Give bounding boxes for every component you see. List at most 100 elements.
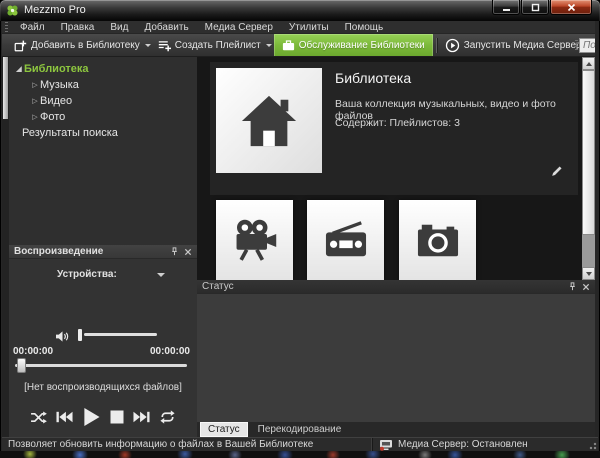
status-panel-header: Статус	[197, 280, 595, 294]
tab-transcoding[interactable]: Перекодирование	[251, 423, 349, 436]
search-grip[interactable]	[575, 40, 578, 50]
app-logo-icon	[6, 4, 19, 17]
add-to-library-dropdown-icon[interactable]	[145, 44, 151, 47]
tree-item-music[interactable]: ▷ Музыка	[9, 77, 197, 93]
time-total: 00:00:00	[150, 346, 190, 357]
arrow-up-icon	[586, 62, 592, 66]
play-button[interactable]	[82, 407, 101, 427]
previous-icon	[56, 411, 73, 423]
playback-panel-title: Воспроизведение	[14, 246, 103, 257]
devices-label: Устройства:	[57, 269, 117, 280]
scroll-up-button[interactable]	[582, 57, 595, 70]
expander-collapsed-icon[interactable]: ▷	[30, 113, 40, 121]
menu-utilities[interactable]: Утилиты	[281, 21, 337, 34]
status-panel-body	[197, 294, 595, 422]
previous-button[interactable]	[56, 411, 73, 423]
status-panel-tabs: Статус Перекодирование	[197, 422, 595, 437]
seek-slider-track[interactable]	[15, 364, 187, 367]
menu-media-server[interactable]: Медиа Сервер	[197, 21, 281, 34]
main-area: Библиотека Ваша коллекция музыкальных, в…	[197, 57, 595, 437]
library-tree: ◢ Библиотека ▷ Музыка ▷ Видео ▷ Фото Рез…	[9, 57, 197, 245]
shuffle-icon	[30, 411, 47, 424]
edit-button[interactable]	[550, 164, 564, 183]
sidebar-scrollbar[interactable]	[2, 57, 9, 437]
add-to-library-button[interactable]: Добавить в Библиотеку	[9, 34, 145, 57]
minimize-button[interactable]	[492, 0, 520, 15]
window-title: Mezzmo Pro	[24, 0, 86, 21]
arrow-down-icon	[586, 272, 592, 276]
close-panel-icon[interactable]	[582, 283, 590, 291]
devices-dropdown-icon[interactable]	[157, 273, 165, 277]
pin-icon[interactable]	[170, 247, 179, 256]
library-maintenance-button[interactable]: Обслуживание Библиотеки	[274, 34, 433, 57]
status-panel: Статус Статус Перекодирование	[197, 280, 595, 437]
toolbar-separator	[436, 38, 437, 53]
tab-status[interactable]: Статус	[201, 423, 247, 436]
transport-controls	[9, 402, 197, 432]
tree-item-library[interactable]: ◢ Библиотека	[9, 61, 197, 77]
volume-slider-track[interactable]	[84, 333, 157, 336]
radio-tile[interactable]	[307, 200, 384, 280]
video-tile[interactable]	[216, 200, 293, 280]
next-icon	[133, 411, 150, 423]
minimize-icon	[502, 3, 511, 12]
start-media-server-button[interactable]: Запустить Медиа Сервер	[440, 34, 587, 57]
library-card: Библиотека Ваша коллекция музыкальных, в…	[210, 62, 578, 195]
left-sidebar: ◢ Библиотека ▷ Музыка ▷ Видео ▷ Фото Рез…	[2, 57, 197, 437]
add-to-library-label: Добавить в Библиотеку	[31, 40, 140, 51]
repeat-button[interactable]	[159, 410, 176, 424]
close-panel-icon[interactable]	[184, 248, 192, 256]
menu-add[interactable]: Добавить	[136, 21, 196, 34]
main-scrollbar[interactable]	[582, 57, 595, 280]
play-icon	[82, 407, 101, 427]
tree-item-search-results-label: Результаты поиска	[22, 127, 118, 139]
menu-view[interactable]: Вид	[102, 21, 136, 34]
statusbar-hint: Позволяет обновить информацию о файлах в…	[2, 439, 372, 450]
seek-slider-thumb[interactable]	[17, 358, 26, 373]
close-button[interactable]	[550, 0, 592, 15]
status-panel-title: Статус	[202, 281, 234, 292]
movie-camera-icon	[231, 218, 279, 263]
library-card-contains: Содержит: Плейлистов: 3	[335, 117, 460, 129]
briefcase-icon	[282, 39, 295, 51]
shuffle-button[interactable]	[30, 411, 47, 424]
library-card-title: Библиотека	[335, 70, 411, 86]
resize-grip[interactable]	[586, 439, 598, 451]
photo-camera-icon	[415, 219, 461, 261]
expander-expanded-icon[interactable]: ◢	[14, 65, 24, 73]
menu-edit[interactable]: Правка	[53, 21, 103, 34]
maximize-button[interactable]	[521, 0, 549, 15]
create-playlist-dropdown-icon[interactable]	[266, 44, 272, 47]
next-button[interactable]	[133, 411, 150, 423]
menu-file[interactable]: Файл	[12, 21, 53, 34]
expander-collapsed-icon[interactable]: ▷	[30, 97, 40, 105]
maximize-icon	[531, 3, 540, 12]
title-bar[interactable]: Mezzmo Pro	[0, 0, 600, 21]
sidebar-scrollbar-thumb[interactable]	[3, 57, 8, 119]
speaker-icon[interactable]	[55, 330, 70, 348]
create-playlist-button[interactable]: Создать Плейлист	[153, 34, 266, 57]
pencil-icon	[550, 164, 564, 178]
media-server-status: Медиа Сервер: Остановлен	[398, 439, 528, 450]
repeat-icon	[159, 410, 176, 424]
playback-panel: Воспроизведение Устройства: 00:00:00	[9, 245, 197, 437]
menu-help[interactable]: Помощь	[337, 21, 392, 34]
create-playlist-icon	[158, 39, 171, 52]
library-home-tile[interactable]	[216, 68, 322, 173]
stop-icon	[110, 410, 124, 424]
scroll-down-button[interactable]	[582, 267, 595, 280]
search-input[interactable]	[579, 38, 595, 53]
menubar-grip[interactable]	[5, 22, 8, 32]
photo-tile[interactable]	[399, 200, 476, 280]
volume-slider-thumb[interactable]	[78, 329, 82, 341]
main-scrollbar-thumb[interactable]	[582, 70, 595, 235]
time-elapsed: 00:00:00	[13, 346, 53, 357]
pin-icon[interactable]	[568, 282, 577, 291]
status-bar: Позволяет обновить информацию о файлах в…	[2, 437, 598, 451]
taskbar-strip	[0, 451, 600, 458]
expander-collapsed-icon[interactable]: ▷	[30, 81, 40, 89]
tree-item-photo[interactable]: ▷ Фото	[9, 109, 197, 125]
stop-button[interactable]	[110, 410, 124, 424]
tree-item-video[interactable]: ▷ Видео	[9, 93, 197, 109]
tree-item-search-results[interactable]: Результаты поиска	[9, 125, 197, 141]
